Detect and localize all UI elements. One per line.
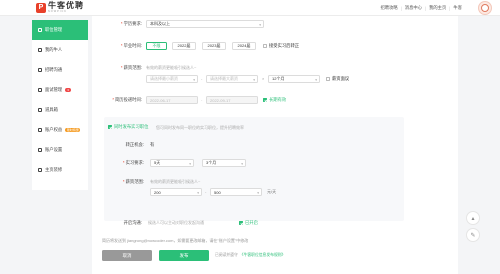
duration-label: *实习要求: — [122, 160, 144, 165]
promo-badge: 限时特惠 — [65, 128, 81, 132]
toolbox-icon — [37, 108, 42, 113]
scroll-top-icon[interactable]: ▴ — [466, 211, 480, 225]
chat-description: 候选人可以主动对职位发起沟通 — [148, 220, 204, 225]
intern-salary-label: *薪资范围: — [122, 179, 144, 184]
chat-label: 开启沟通: — [123, 220, 142, 225]
salary-min-select[interactable]: 请选择最小薪资 ▾ — [146, 75, 198, 83]
sidebar-item-jobs[interactable]: 职位管理 — [32, 20, 88, 40]
sidebar-item-talents[interactable]: 我的牛人 — [32, 40, 88, 60]
salary-negotiable-checkbox[interactable] — [326, 77, 330, 81]
deadline-start-input[interactable]: 2022-06-17 — [146, 96, 198, 104]
sidebar-item-benefits[interactable]: 账户权益 限时特惠 — [32, 120, 88, 140]
briefcase-icon — [37, 28, 42, 33]
user-name[interactable]: 牛客 — [453, 5, 462, 11]
cancel-button[interactable]: 取消 — [102, 250, 152, 261]
chat-checkbox[interactable] — [239, 221, 243, 225]
email-note: 简历将发送到 jiangrong@nowcoder.com，如需要更改邮箱，请在… — [102, 238, 249, 243]
gift-icon — [37, 128, 42, 133]
chat-icon — [37, 68, 42, 73]
convert-value: 有 — [150, 142, 155, 147]
sidebar-item-chat[interactable]: 招聘沟通 — [32, 60, 88, 80]
my-homepage-link[interactable]: 我的主页 — [429, 5, 446, 11]
graduation-option-2024[interactable]: 2024届 — [232, 42, 256, 50]
salary-negotiable[interactable]: 薪资面议 — [326, 76, 349, 82]
intern-checkbox[interactable] — [108, 125, 112, 129]
intern-panel: 同时发布实习职位 您可同时发布同一职位的实习职位，提升招聘效率 转正机会: 有 … — [104, 117, 404, 221]
deadline-label: *简历投递时间: — [112, 97, 142, 102]
logo-title: 牛客优聘 — [48, 1, 84, 11]
logo-mark: P — [36, 3, 46, 13]
intern-salary-min-select[interactable]: 200 ▾ — [150, 188, 202, 196]
calendar-icon — [37, 88, 42, 93]
convert-label: 转正机会: — [125, 142, 144, 147]
intern-salary-max-select[interactable]: 500 ▾ — [210, 188, 262, 196]
education-select[interactable]: 本科及以上 ▾ — [146, 20, 264, 28]
message-center-link[interactable]: 消息中心 — [405, 5, 422, 11]
edit-icon[interactable]: ✎ — [466, 228, 480, 242]
sidebar-item-interview[interactable]: 面试管理 3 — [32, 80, 88, 100]
user-avatar-icon[interactable] — [478, 1, 492, 15]
deadline-end-input[interactable]: 2022-09-17 — [206, 96, 258, 104]
palette-icon — [37, 168, 42, 173]
header-links: 招聘攻略 | 消息中心 | 我的主页 | 牛客 — [380, 5, 462, 11]
chevron-down-icon: ▾ — [253, 78, 255, 82]
logo[interactable]: P 牛客优聘 NOWPICK — [36, 2, 84, 14]
graduation-option-2023[interactable]: 2023届 — [202, 42, 226, 50]
salary-label: *薪资范围: — [120, 65, 142, 70]
person-icon — [37, 48, 42, 53]
chevron-down-icon: ▾ — [197, 191, 199, 195]
chevron-down-icon: ▾ — [259, 23, 261, 27]
graduation-option-2022[interactable]: 2022届 — [172, 42, 196, 50]
salary-hint: 有效的薪资更能吸引候选人~ — [146, 65, 197, 70]
logo-subtitle: NOWPICK — [48, 10, 67, 14]
education-label: *学历要求: — [120, 21, 142, 26]
job-form: *学历要求: 本科及以上 ▾ *毕业时间: 不限 2022届 2023届 202… — [92, 16, 458, 274]
publish-rules-link[interactable]: 《牛客职位信息发布规则》 — [240, 253, 286, 258]
intern-months-select[interactable]: 3个月 ▾ — [202, 159, 246, 167]
long-term-checkbox[interactable] — [263, 98, 267, 102]
long-term-option[interactable]: 长期有效 — [263, 97, 286, 103]
recruit-guide-link[interactable]: 招聘攻略 — [380, 5, 397, 11]
interview-count-badge: 3 — [65, 88, 71, 92]
intern-description: 您可同时发布同一职位的实习职位，提升招聘效率 — [156, 125, 244, 130]
intern-salary-hint: 有效的薪资更能吸引候选人~ — [150, 179, 201, 184]
chat-toggle[interactable]: 已开启 — [239, 220, 258, 226]
sidebar-item-settings[interactable]: 账户设置 — [32, 140, 88, 160]
salary-months-select[interactable]: 12个月 ▾ — [268, 75, 320, 83]
settings-icon — [37, 148, 42, 153]
sidebar-item-homepage-decor[interactable]: 主页装修 — [32, 160, 88, 180]
publish-button[interactable]: 发布 — [159, 250, 209, 261]
accept-intern-convert[interactable]: 接受实习后转正 — [263, 43, 299, 49]
chevron-down-icon: ▾ — [241, 162, 243, 166]
intern-toggle[interactable]: 同时发布实习职位 — [108, 124, 148, 130]
intern-days-select[interactable]: 5天 ▾ — [150, 159, 194, 167]
accept-convert-checkbox[interactable] — [263, 44, 267, 48]
chevron-down-icon: ▾ — [193, 78, 195, 82]
chevron-down-icon: ▾ — [257, 191, 259, 195]
sidebar: 职位管理 我的牛人 招聘沟通 面试管理 3 道具箱 账户权益 限时特惠 账户设置… — [32, 20, 88, 190]
sidebar-item-toolbox[interactable]: 道具箱 — [32, 100, 88, 120]
agreement: 已阅读并遵守 《牛客职位信息发布规则》 — [215, 253, 286, 258]
top-header: P 牛客优聘 NOWPICK 招聘攻略 | 消息中心 | 我的主页 | 牛客 — [0, 0, 500, 16]
graduation-label: *毕业时间: — [120, 43, 142, 48]
salary-max-select[interactable]: 请选择最大薪资 ▾ — [206, 75, 258, 83]
chevron-down-icon: ▾ — [315, 78, 317, 82]
intern-salary-unit: 元/天 — [267, 189, 277, 194]
chevron-down-icon: ▾ — [189, 162, 191, 166]
graduation-option-any[interactable]: 不限 — [146, 42, 167, 50]
